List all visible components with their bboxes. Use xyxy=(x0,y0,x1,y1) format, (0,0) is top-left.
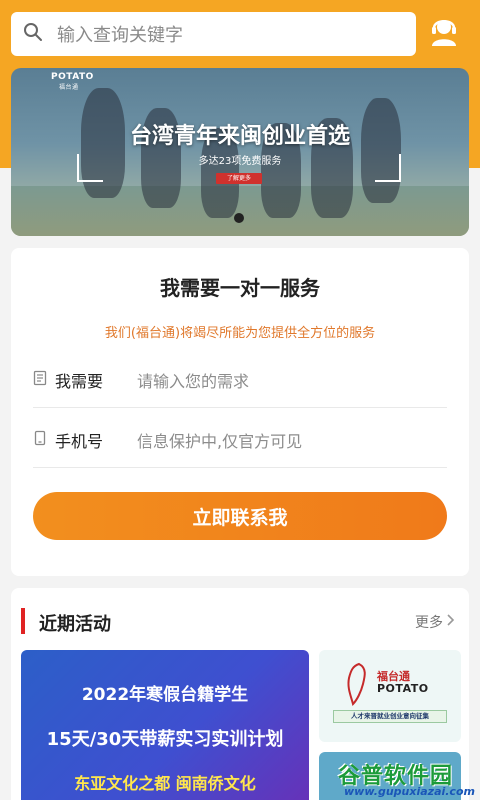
carousel-indicator-dot[interactable] xyxy=(234,213,244,223)
contact-me-button[interactable]: 立即联系我 xyxy=(33,492,447,540)
poster-line2: 15天/30天带薪实习实训计划 xyxy=(46,729,284,750)
poster-side-brand: POTATO xyxy=(377,682,429,695)
search-icon xyxy=(23,22,43,46)
banner-more-button[interactable]: 了解更多 xyxy=(216,173,262,184)
section-title: 近期活动 xyxy=(39,614,111,635)
phone-icon xyxy=(33,430,47,450)
phone-label: 手机号 xyxy=(55,431,104,451)
banner-bracket-right xyxy=(375,154,401,182)
banner-title: 台湾青年来闽创业首选 xyxy=(129,124,350,149)
taiwan-map-icon xyxy=(341,662,375,706)
activity-poster-side[interactable]: 福台通 POTATO 人才来晋就业创业意向征集 xyxy=(319,650,461,742)
banner-carousel[interactable]: POTATO 福台通 台湾青年来闽创业首选 多达23项免费服务 了解更多 xyxy=(11,68,469,236)
customer-service-button[interactable] xyxy=(426,14,462,54)
site-watermark: 谷普软件园 www.gupuxiazai.com xyxy=(330,758,480,800)
document-icon xyxy=(33,370,47,390)
service-heading: 我需要一对一服务 xyxy=(160,276,320,300)
more-link[interactable]: 更多 xyxy=(415,612,455,632)
watermark-url: www.gupuxiazai.com xyxy=(344,785,475,798)
section-accent-bar xyxy=(21,608,25,634)
service-form-card: 我需要一对一服务 我们(福台通)将竭尽所能为您提供全方位的服务 我需要 请输入您… xyxy=(11,248,469,576)
poster-side-caption: 人才来晋就业创业意向征集 xyxy=(333,710,447,723)
banner-jumper xyxy=(361,98,401,203)
banner-bracket-left xyxy=(77,154,103,182)
search-placeholder: 输入查询关键字 xyxy=(57,25,183,46)
banner-logo: POTATO 福台通 xyxy=(51,72,94,91)
search-input[interactable]: 输入查询关键字 xyxy=(11,12,416,56)
poster-line1: 2022年寒假台籍学生 xyxy=(81,685,249,705)
phone-input-placeholder[interactable]: 信息保护中,仅官方可见 xyxy=(137,428,302,452)
banner-sea xyxy=(11,186,469,236)
phone-field[interactable]: 手机号 信息保护中,仅官方可见 xyxy=(33,412,447,468)
need-input-placeholder[interactable]: 请输入您的需求 xyxy=(137,368,249,392)
customer-service-icon xyxy=(429,16,459,52)
need-field[interactable]: 我需要 请输入您的需求 xyxy=(33,352,447,408)
need-label: 我需要 xyxy=(55,371,104,391)
service-description: 我们(福台通)将竭尽所能为您提供全方位的服务 xyxy=(104,326,376,341)
chevron-right-icon xyxy=(445,613,455,631)
more-label: 更多 xyxy=(415,615,443,631)
poster-line3: 东亚文化之都 闽南侨文化 xyxy=(74,774,256,793)
activity-poster-main[interactable]: 2022年寒假台籍学生 15天/30天带薪实习实训计划 东亚文化之都 闽南侨文化 xyxy=(21,650,309,800)
